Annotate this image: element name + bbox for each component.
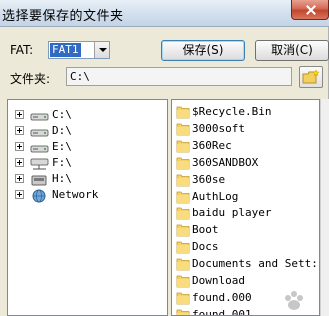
folder-icon [176, 307, 190, 315]
folder-name: found.001 [192, 307, 252, 316]
folder-icon [176, 239, 190, 254]
folder-name: 360se [192, 172, 226, 186]
folder-icon [176, 256, 190, 271]
expand-plus-icon[interactable] [15, 190, 24, 199]
network-icon [30, 188, 50, 203]
drive-label: Network [52, 188, 99, 201]
folder-list-item[interactable]: 360se [172, 171, 319, 188]
save-button[interactable]: 保存(S) [161, 40, 245, 61]
folder-icon [176, 104, 190, 119]
expand-plus-icon[interactable] [15, 142, 24, 151]
removable-drive-icon [30, 172, 50, 186]
folder-list-item[interactable]: baidu player [172, 204, 319, 221]
drive-tree-item[interactable]: D:\ [8, 123, 167, 139]
drive-tree[interactable]: C:\ D:\ E:\ F:\ H:\ Network [7, 99, 168, 316]
hard-drive-icon [30, 124, 50, 138]
folder-name: Docs [192, 240, 219, 254]
format-select[interactable]: FAT1 [48, 41, 110, 59]
format-selected-value: FAT1 [50, 43, 81, 57]
folder-name: 3000soft [192, 121, 245, 135]
drive-label: D:\ [52, 124, 72, 137]
folder-icon [176, 273, 190, 288]
folder-name: Boot [192, 223, 219, 237]
folder-list-item[interactable]: Boot [172, 221, 319, 238]
folder-icon [176, 172, 190, 187]
expand-plus-icon[interactable] [15, 110, 24, 119]
chevron-down-icon[interactable] [94, 42, 109, 58]
close-button[interactable] [291, 0, 329, 20]
folder-icon [176, 121, 190, 136]
folder-list-item[interactable]: 360SANDBOX [172, 154, 319, 171]
drive-label: H:\ [52, 172, 72, 185]
folder-list-item[interactable]: $Recycle.Bin [172, 103, 319, 120]
paw-watermark-icon [285, 291, 303, 310]
new-folder-icon [302, 69, 320, 84]
folder-icon [176, 205, 190, 220]
folder-name: 360Rec [192, 138, 232, 152]
folder-list-scrollbar[interactable] [320, 99, 329, 316]
folder-list-item[interactable]: AuthLog [172, 188, 319, 205]
folder-icon [176, 138, 190, 153]
folder-list[interactable]: $Recycle.Bin 3000soft 360Rec 360SANDBOX 360s… [171, 99, 320, 316]
folder-name: 360SANDBOX [192, 155, 259, 169]
window-title: 选择要保存的文件夹 [2, 9, 124, 24]
drive-tree-item[interactable]: E:\ [8, 139, 167, 155]
hard-drive-icon [30, 140, 50, 154]
folder-name: baidu player [192, 206, 272, 220]
hard-drive-icon [30, 108, 50, 122]
drive-label: E:\ [52, 140, 72, 153]
folder-list-item[interactable]: Download [172, 272, 319, 289]
folder-name: Download [192, 274, 245, 287]
title-bar[interactable]: 选择要保存的文件夹 [0, 0, 329, 27]
new-folder-button[interactable] [299, 66, 323, 88]
drive-tree-item[interactable]: C:\ [8, 107, 167, 123]
folder-list-item[interactable]: Docs [172, 238, 319, 255]
expand-plus-icon[interactable] [15, 174, 24, 183]
folder-name: $Recycle.Bin [192, 105, 272, 118]
drive-tree-item[interactable]: F:\ [8, 155, 167, 171]
folder-name: Documents and Sett: [192, 257, 318, 271]
folder-label: 文件夹: [10, 72, 51, 86]
drive-tree-item[interactable]: H:\ [8, 171, 167, 187]
save-folder-dialog: 选择要保存的文件夹 FAT: FAT1 保存(S) 取消(C) 文件夹: C:\… [0, 0, 329, 316]
folder-name: found.000 [192, 290, 252, 304]
folder-path-field[interactable]: C:\ [66, 67, 292, 86]
folder-list-item[interactable]: Documents and Sett: [172, 255, 319, 272]
expand-plus-icon[interactable] [15, 158, 24, 167]
drive-label: F:\ [52, 156, 72, 169]
format-label: FAT: [10, 43, 34, 57]
folder-icon [176, 189, 190, 204]
folder-icon [176, 290, 190, 305]
folder-name: AuthLog [192, 189, 239, 203]
drive-label: C:\ [52, 108, 72, 121]
expand-plus-icon[interactable] [15, 126, 24, 135]
drive-tree-item[interactable]: Network [8, 187, 167, 203]
folder-icon [176, 222, 190, 237]
folder-list-item[interactable]: 3000soft [172, 120, 319, 137]
cancel-button[interactable]: 取消(C) [255, 40, 329, 61]
folder-icon [176, 155, 190, 170]
folder-list-item[interactable]: 360Rec [172, 137, 319, 154]
network-drive-icon [30, 156, 50, 170]
